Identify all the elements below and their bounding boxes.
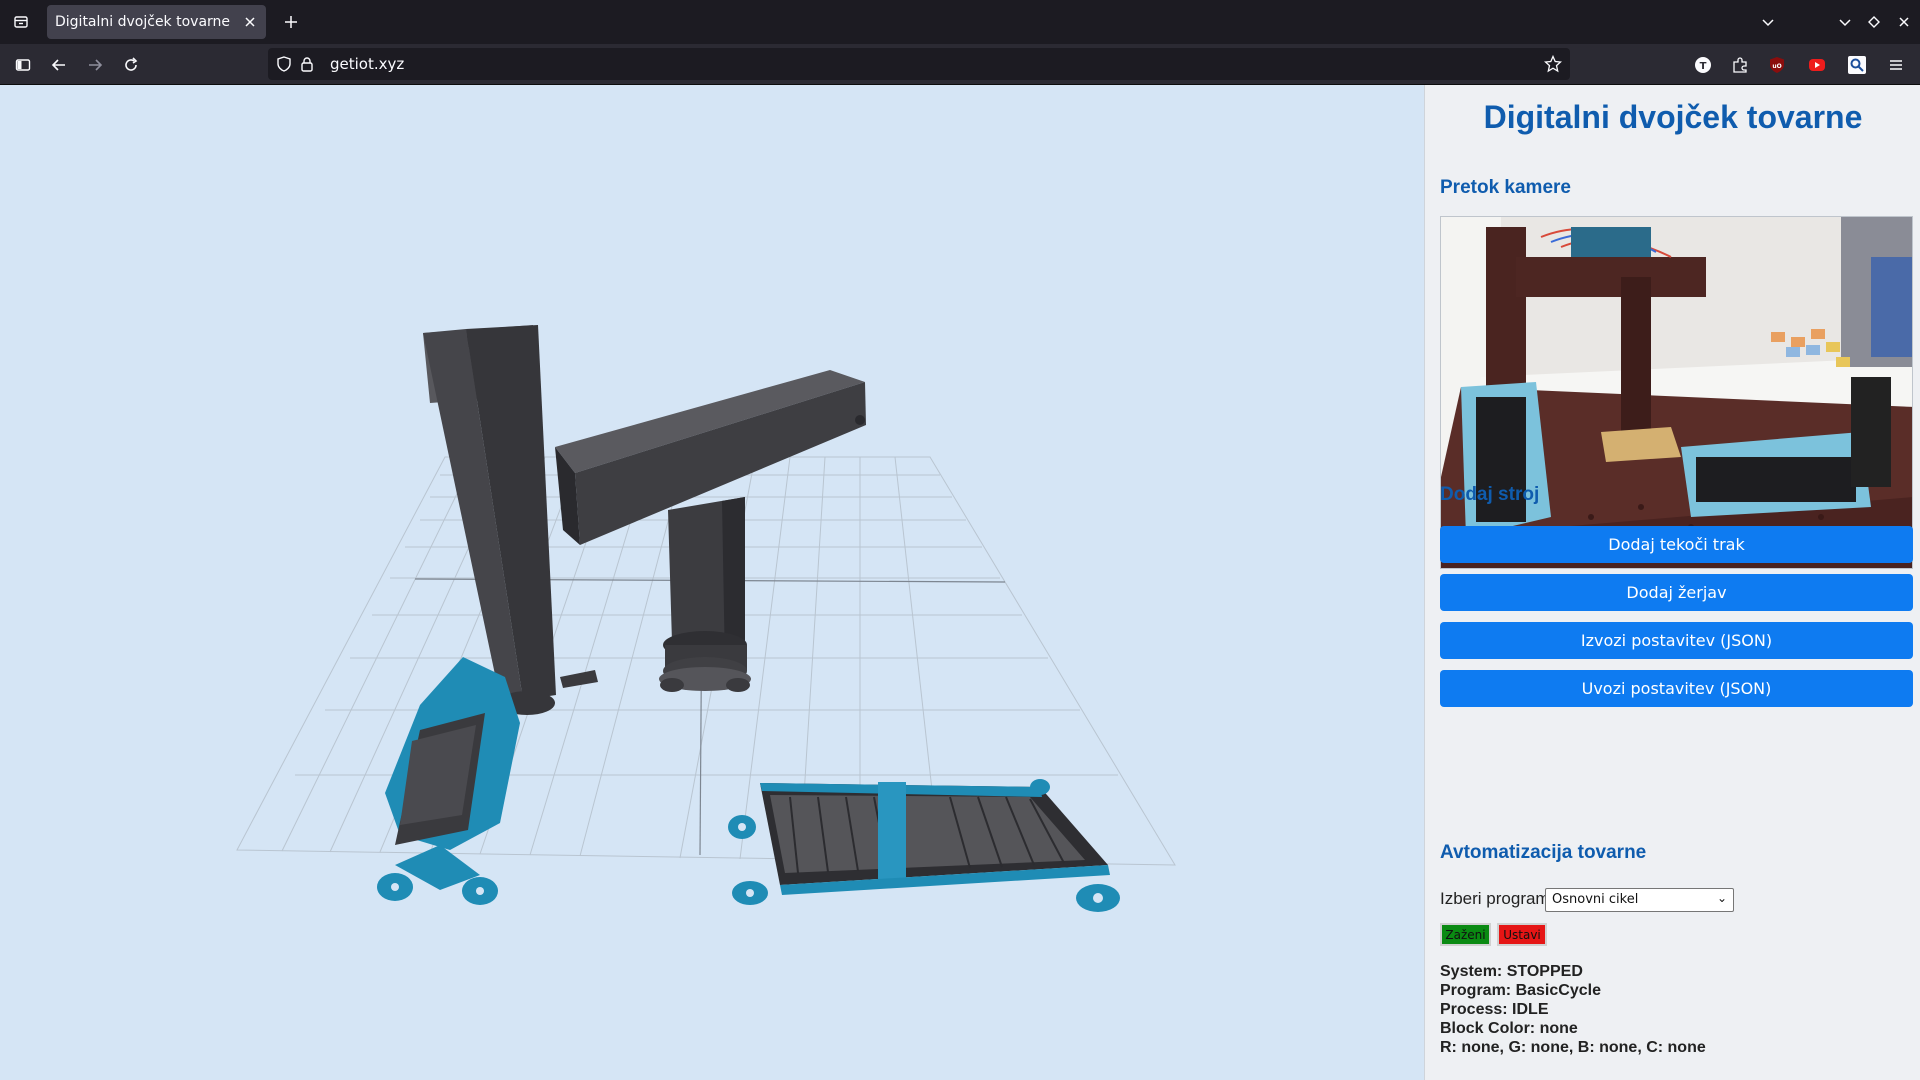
conveyor-left [377, 657, 520, 905]
svg-text:uO: uO [1772, 63, 1781, 70]
export-layout-button[interactable]: Izvozi postavitev (JSON) [1440, 622, 1913, 659]
add-crane-button[interactable]: Dodaj žerjav [1440, 574, 1913, 611]
program-label: Izberi program: [1440, 889, 1555, 908]
tab-title: Digitalni dvojček tovarne [55, 14, 231, 30]
shield-icon[interactable] [276, 56, 292, 76]
camera-heading: Pretok kamere [1440, 177, 1571, 198]
back-arrow-icon[interactable] [45, 51, 73, 79]
conveyor-right [728, 779, 1120, 912]
chevron-down-icon: ⌄ [1716, 891, 1727, 905]
tab-list-icon[interactable] [8, 9, 34, 35]
automation-heading: Avtomatizacija tovarne [1440, 842, 1647, 863]
browser-nav-bar: getiot.xyz T uO [0, 44, 1920, 85]
control-sidebar: Digitalni dvojček tovarne Pretok kamere [1424, 85, 1920, 1080]
status-program: Program: BasicCycle [1440, 982, 1601, 999]
factory-3d-viewport[interactable] [0, 85, 1424, 1080]
maximize-diamond-icon[interactable] [1861, 9, 1887, 35]
status-rgbc: R: none, G: none, B: none, C: none [1440, 1039, 1706, 1056]
reload-icon[interactable] [117, 51, 145, 79]
svg-text:T: T [1700, 61, 1707, 72]
new-tab-icon[interactable] [278, 9, 304, 35]
browser-tab[interactable]: Digitalni dvojček tovarne [47, 5, 266, 39]
camera-stream [1440, 216, 1913, 569]
browser-tab-bar: Digitalni dvojček tovarne [0, 0, 1920, 44]
program-selected-value: Osnovni cikel [1552, 892, 1639, 907]
page-title: Digitalni dvojček tovarne [1483, 99, 1863, 135]
close-icon[interactable] [240, 12, 260, 32]
extensions-puzzle-icon[interactable] [1730, 55, 1750, 75]
crane-column [659, 497, 751, 692]
minimize-chevron-icon[interactable] [1832, 9, 1858, 35]
status-system: System: STOPPED [1440, 963, 1583, 980]
import-layout-button[interactable]: Uvozi postavitev (JSON) [1440, 670, 1913, 707]
camera-frame-image [1441, 217, 1912, 568]
tab-overflow-chevron-icon[interactable] [1755, 9, 1781, 35]
forward-arrow-icon[interactable] [81, 51, 109, 79]
ublock-shield-icon[interactable]: uO [1767, 55, 1787, 75]
url-text[interactable]: getiot.xyz [330, 55, 404, 73]
menu-hamburger-icon[interactable] [1886, 55, 1906, 75]
add-machine-heading: Dodaj stroj [1440, 484, 1540, 505]
address-bar[interactable]: getiot.xyz [268, 48, 1570, 80]
status-process: Process: IDLE [1440, 1001, 1549, 1018]
stop-button[interactable]: Ustavi [1497, 923, 1547, 946]
sidebar-toggle-icon[interactable] [9, 51, 37, 79]
start-button[interactable]: Zaženi [1440, 923, 1491, 946]
status-block-color: Block Color: none [1440, 1020, 1578, 1037]
star-icon[interactable] [1543, 54, 1563, 77]
lock-icon[interactable] [300, 56, 314, 76]
program-select[interactable]: Osnovni cikel ⌄ [1545, 888, 1734, 912]
add-conveyor-button[interactable]: Dodaj tekoči trak [1440, 526, 1913, 563]
scene-canvas[interactable] [0, 85, 1424, 1080]
search-extension-icon[interactable] [1847, 55, 1867, 75]
youtube-play-icon[interactable] [1807, 55, 1827, 75]
translate-extension-icon[interactable]: T [1693, 55, 1713, 75]
window-close-icon[interactable] [1891, 9, 1917, 35]
